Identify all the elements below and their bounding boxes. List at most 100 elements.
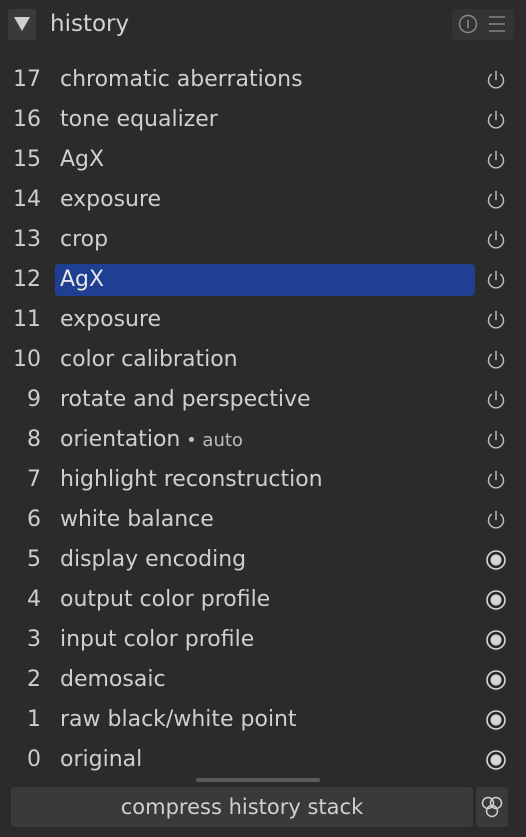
history-item-label-text: input color profile — [60, 627, 255, 652]
power-icon[interactable] — [485, 229, 507, 251]
history-item-label: tone equalizer — [60, 100, 218, 140]
power-icon[interactable] — [485, 309, 507, 331]
history-item-number: 0 — [27, 747, 41, 772]
history-item-label: raw black/white point — [60, 700, 297, 740]
history-item-number: 12 — [13, 267, 41, 292]
history-item-label-text: display encoding — [60, 547, 247, 572]
history-item-number: 6 — [27, 507, 41, 532]
history-item-label: input color profile — [60, 620, 254, 660]
history-item-number: 16 — [13, 107, 41, 132]
always-on-icon[interactable] — [485, 669, 507, 691]
history-item-label-text: demosaic — [60, 667, 166, 692]
history-item[interactable]: 12 AgX — [0, 260, 526, 300]
power-icon[interactable] — [485, 349, 507, 371]
history-item-label-text: exposure — [60, 187, 162, 212]
history-item[interactable]: 15 AgX — [0, 140, 526, 180]
item-highlight — [55, 224, 475, 256]
history-item[interactable]: 10 color calibration — [0, 340, 526, 380]
always-on-icon[interactable] — [485, 589, 507, 611]
history-item-label: AgX — [60, 260, 104, 300]
history-item[interactable]: 13 crop — [0, 220, 526, 260]
always-on-icon[interactable] — [485, 629, 507, 651]
history-item-number: 8 — [27, 427, 41, 452]
history-item-label-text: raw black/white point — [60, 707, 297, 732]
history-item-number: 9 — [27, 387, 41, 412]
hamburger-menu-icon[interactable] — [487, 14, 507, 34]
power-icon[interactable] — [485, 429, 507, 451]
history-list: 17 chromatic aberrations 16 tone equalizer 1… — [0, 60, 526, 780]
history-item-label-text: white balance — [60, 507, 214, 532]
history-item[interactable]: 2 demosaic — [0, 660, 526, 700]
history-item-label-text: original — [60, 747, 143, 772]
history-item-suffix: • auto — [180, 430, 243, 451]
history-item-label-text: AgX — [60, 147, 105, 172]
history-item-number: 1 — [27, 707, 41, 732]
compress-history-button[interactable]: compress history stack — [11, 787, 473, 827]
history-item[interactable]: 4 output color profile — [0, 580, 526, 620]
selected-highlight — [55, 264, 475, 296]
history-item-label-text: highlight reconstruction — [60, 467, 323, 492]
history-item-number: 14 — [13, 187, 41, 212]
history-item-label-text: orientation — [60, 427, 181, 452]
history-item-label: exposure — [60, 180, 161, 220]
history-item-number: 5 — [27, 547, 41, 572]
power-icon[interactable] — [485, 149, 507, 171]
history-item[interactable]: 9 rotate and perspective — [0, 380, 526, 420]
history-item[interactable]: 0 original — [0, 740, 526, 780]
create-style-button[interactable] — [476, 787, 508, 827]
always-on-icon[interactable] — [485, 549, 507, 571]
module-header: history — [0, 0, 526, 50]
power-icon[interactable] — [485, 469, 507, 491]
power-icon[interactable] — [485, 109, 507, 131]
history-item-label: original — [60, 740, 142, 780]
power-icon[interactable] — [485, 389, 507, 411]
power-icon[interactable] — [485, 509, 507, 531]
history-item-label: crop — [60, 220, 108, 260]
history-item-label: AgX — [60, 140, 104, 180]
scroll-indicator[interactable] — [196, 778, 320, 782]
history-item-label: orientation • auto — [60, 420, 243, 461]
history-item-number: 4 — [27, 587, 41, 612]
history-item-label-text: color calibration — [60, 347, 238, 372]
history-item-label: highlight reconstruction — [60, 460, 323, 500]
history-item[interactable]: 17 chromatic aberrations — [0, 60, 526, 100]
history-item-label: demosaic — [60, 660, 166, 700]
history-item[interactable]: 8 orientation • auto — [0, 420, 526, 460]
history-item-number: 2 — [27, 667, 41, 692]
power-icon[interactable] — [485, 189, 507, 211]
history-item-label: color calibration — [60, 340, 238, 380]
history-item[interactable]: 5 display encoding — [0, 540, 526, 580]
history-item-label: chromatic aberrations — [60, 60, 303, 100]
history-item-number: 11 — [13, 307, 41, 332]
history-item-label-text: exposure — [60, 307, 162, 332]
info-icon[interactable] — [458, 14, 478, 34]
triangle-down-icon — [14, 17, 30, 31]
history-item[interactable]: 16 tone equalizer — [0, 100, 526, 140]
always-on-icon[interactable] — [485, 749, 507, 771]
header-icon-group — [452, 9, 514, 40]
history-item-label: exposure — [60, 300, 161, 340]
history-item[interactable]: 7 highlight reconstruction — [0, 460, 526, 500]
history-item-number: 10 — [13, 347, 41, 372]
history-item-label: output color profile — [60, 580, 270, 620]
history-item-label-text: crop — [60, 227, 109, 252]
history-item-label-text: rotate and perspective — [60, 387, 311, 412]
collapse-button[interactable] — [8, 9, 36, 40]
history-item[interactable]: 14 exposure — [0, 180, 526, 220]
history-item-number: 17 — [13, 67, 41, 92]
power-icon[interactable] — [485, 269, 507, 291]
history-item[interactable]: 11 exposure — [0, 300, 526, 340]
history-item[interactable]: 6 white balance — [0, 500, 526, 540]
history-item-label-text: AgX — [60, 267, 105, 292]
history-item-label: white balance — [60, 500, 214, 540]
history-item-number: 3 — [27, 627, 41, 652]
history-item-label: rotate and perspective — [60, 380, 311, 420]
always-on-icon[interactable] — [485, 709, 507, 731]
history-item-label-text: tone equalizer — [60, 107, 218, 132]
power-icon[interactable] — [485, 69, 507, 91]
history-item-label: display encoding — [60, 540, 246, 580]
history-item[interactable]: 1 raw black/white point — [0, 700, 526, 740]
history-item[interactable]: 3 input color profile — [0, 620, 526, 660]
history-item-number: 15 — [13, 147, 41, 172]
module-title: history — [50, 11, 130, 37]
